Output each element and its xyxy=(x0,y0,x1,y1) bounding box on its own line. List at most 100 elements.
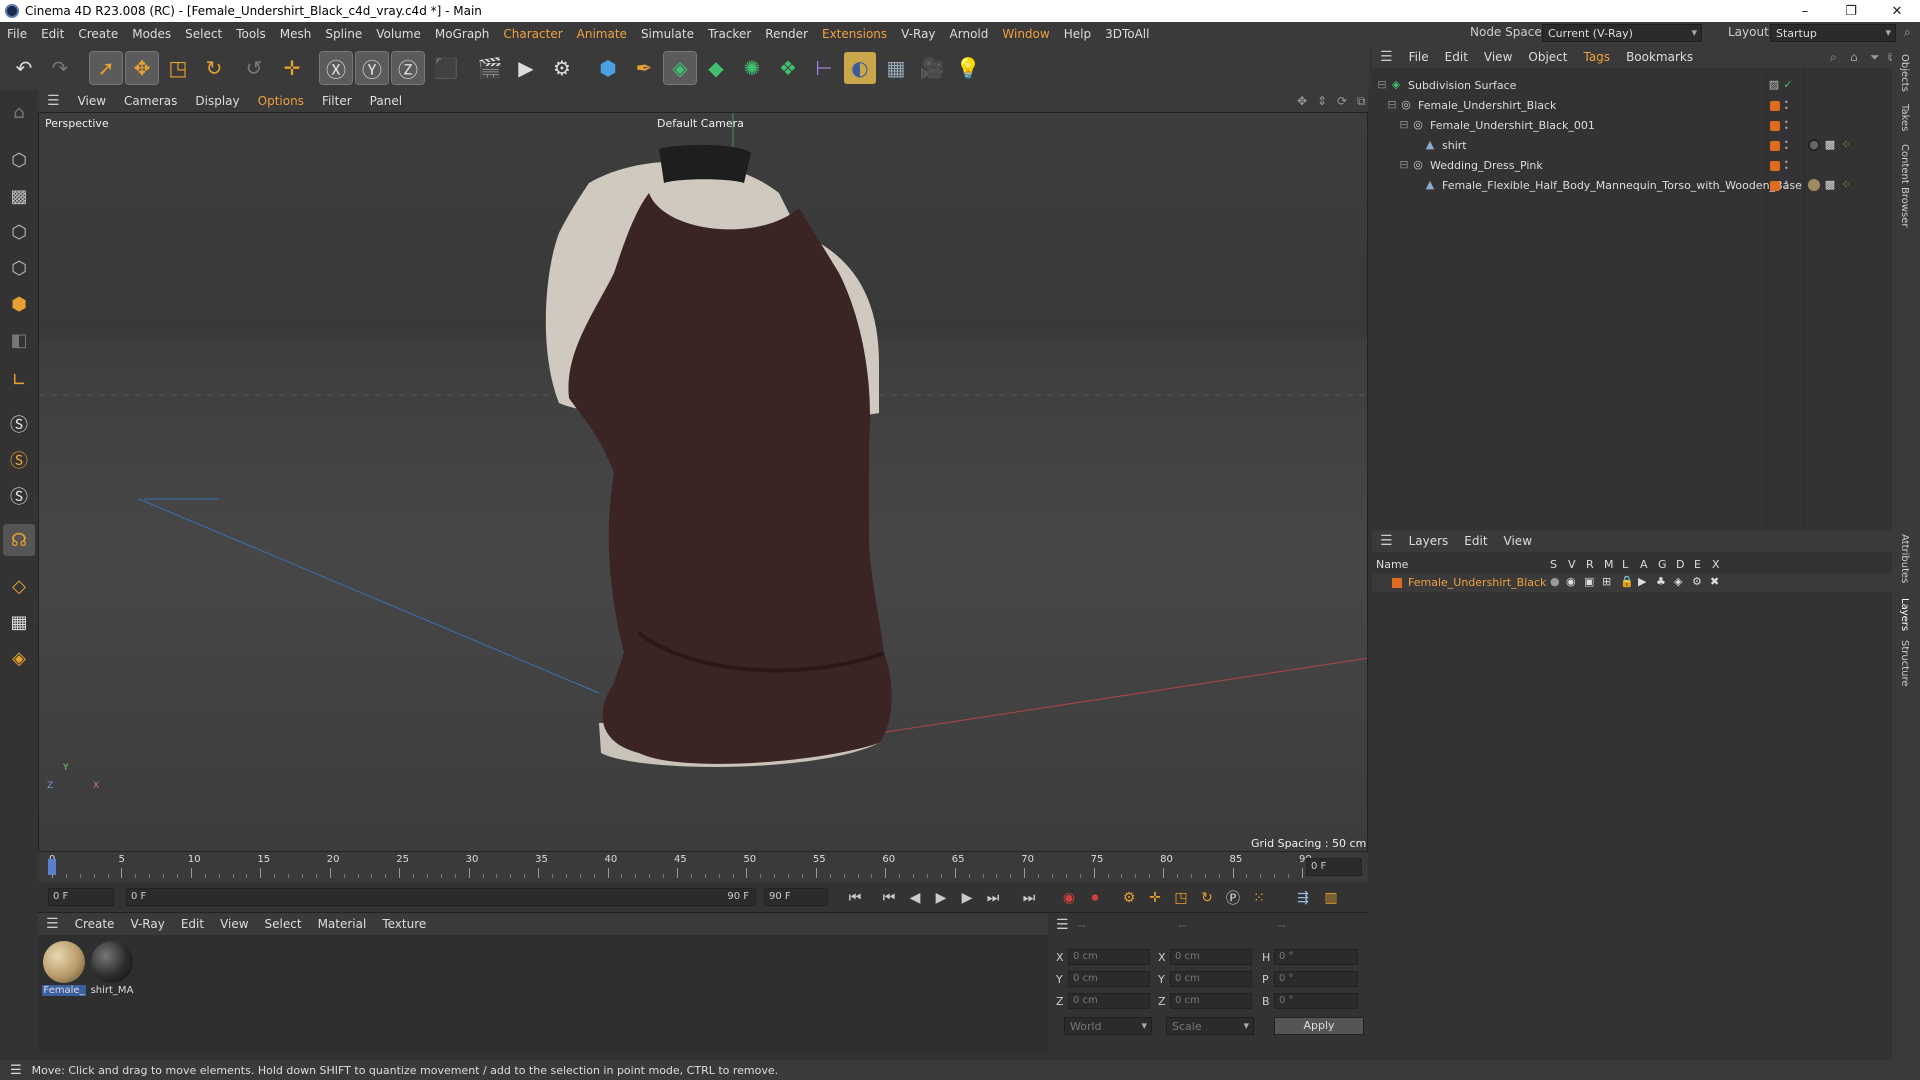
viewport-menu-options[interactable]: Options xyxy=(249,94,313,108)
visibility-dots-icon[interactable]: • • xyxy=(1784,179,1789,193)
fcurve-window-icon[interactable]: ▥ xyxy=(1320,888,1342,908)
maximize-view-icon[interactable]: ⧉ xyxy=(1348,94,1375,109)
object-row[interactable]: ⊟ ◎ Wedding_Dress_Pink • • xyxy=(1372,156,1892,176)
rotation-p-field[interactable]: 0 ° xyxy=(1274,971,1358,987)
menu-3dtoall[interactable]: 3DToAll xyxy=(1098,27,1156,41)
subdivision-surface-icon[interactable]: ◈ xyxy=(663,51,697,85)
model-mode-icon[interactable]: ⬡ xyxy=(3,144,35,176)
scale-tool-icon[interactable]: ◳ xyxy=(162,52,194,84)
current-frame-field[interactable]: 0 F xyxy=(1306,858,1362,876)
cube-primitive-icon[interactable]: ⬢ xyxy=(592,52,624,84)
viewport-menu-display[interactable]: Display xyxy=(186,94,248,108)
viewport-menu-cameras[interactable]: Cameras xyxy=(115,94,186,108)
camera-icon[interactable]: 🎥 xyxy=(916,52,948,84)
next-frame-icon[interactable]: ▶ xyxy=(956,888,978,908)
floor-environment-icon[interactable]: ▦ xyxy=(880,52,912,84)
menu-spline[interactable]: Spline xyxy=(318,27,369,41)
solo-toggle-icon[interactable]: ● xyxy=(1550,575,1560,588)
create-tool-icon[interactable]: ✛ xyxy=(276,52,308,84)
object-menu-tags[interactable]: Tags xyxy=(1575,50,1618,64)
visibility-dots-icon[interactable]: • • xyxy=(1784,119,1789,133)
menu-file[interactable]: File xyxy=(0,27,34,41)
material-swatch[interactable]: shirt_MA xyxy=(90,941,134,996)
material-menu-texture[interactable]: Texture xyxy=(374,917,434,931)
locked-workplane-icon[interactable]: ◈ xyxy=(3,642,35,674)
collapse-icon[interactable]: ⊟ xyxy=(1386,99,1398,111)
deformers-toggle-icon[interactable]: ◈ xyxy=(1674,575,1682,588)
xref-toggle-icon[interactable]: ✖ xyxy=(1710,575,1719,588)
key-parameter-icon[interactable]: Ⓟ xyxy=(1222,888,1244,908)
object-menu-file[interactable]: File xyxy=(1401,50,1437,64)
start-frame-field[interactable]: 0 F xyxy=(48,888,114,906)
material-tag-icon[interactable]: ● xyxy=(1808,179,1820,191)
layer-menu-layers[interactable]: Layers xyxy=(1401,534,1457,548)
menu-mesh[interactable]: Mesh xyxy=(273,27,319,41)
menu-arnold[interactable]: Arnold xyxy=(943,27,996,41)
tab-objects[interactable]: Objects xyxy=(1899,54,1910,92)
key-rotation-icon[interactable]: ↻ xyxy=(1196,888,1218,908)
object-menu-object[interactable]: Object xyxy=(1520,50,1575,64)
object-menu-bookmarks[interactable]: Bookmarks xyxy=(1618,50,1701,64)
visibility-dots-icon[interactable]: • • xyxy=(1784,159,1789,173)
x-axis-lock-icon[interactable]: Ⓧ xyxy=(319,51,353,85)
minimize-button[interactable]: – xyxy=(1782,0,1828,22)
collapse-icon[interactable]: ⊟ xyxy=(1398,119,1410,131)
tab-attributes[interactable]: Attributes xyxy=(1899,534,1910,583)
hamburger-icon[interactable]: ☰ xyxy=(1372,533,1401,549)
timeline-window-icon[interactable]: ⇶ xyxy=(1292,888,1314,908)
material-menu-edit[interactable]: Edit xyxy=(173,917,212,931)
spline-pen-icon[interactable]: ✒ xyxy=(628,52,660,84)
visibility-dots-icon[interactable]: • • xyxy=(1784,99,1789,113)
viewport-menu-filter[interactable]: Filter xyxy=(313,94,361,108)
layer-color-swatch[interactable] xyxy=(1770,101,1780,111)
keyframe-selection-icon[interactable]: ⚙ xyxy=(1118,888,1140,908)
visibility-dots-icon[interactable]: • • xyxy=(1784,139,1789,153)
next-key-icon[interactable]: ⏭ xyxy=(982,888,1004,908)
layer-color-swatch[interactable] xyxy=(1770,141,1780,151)
position-x-field[interactable]: 0 cm xyxy=(1068,949,1150,965)
menu-render[interactable]: Render xyxy=(758,27,815,41)
collapse-icon[interactable]: ⊟ xyxy=(1376,79,1388,91)
tab-structure[interactable]: Structure xyxy=(1899,640,1910,687)
render-toggle-icon[interactable]: ▣ xyxy=(1584,575,1594,588)
menu-mograph[interactable]: MoGraph xyxy=(428,27,497,41)
playhead[interactable] xyxy=(48,859,56,875)
previous-key-icon[interactable]: ⏮ xyxy=(878,888,900,908)
render-settings-icon[interactable]: ⚙ xyxy=(546,52,578,84)
position-z-field[interactable]: 0 cm xyxy=(1068,993,1150,1009)
menu-simulate[interactable]: Simulate xyxy=(634,27,701,41)
tab-content-browser[interactable]: Content Browser xyxy=(1899,144,1910,227)
end-frame-field[interactable]: 90 F xyxy=(764,888,828,906)
preview-range-slider[interactable]: 0 F 90 F xyxy=(126,888,756,906)
rotation-b-field[interactable]: 0 ° xyxy=(1274,993,1358,1009)
mograph-cloner-icon[interactable]: ✺ xyxy=(736,52,768,84)
layer-color-swatch[interactable] xyxy=(1770,181,1780,191)
layer-menu-edit[interactable]: Edit xyxy=(1456,534,1495,548)
field-icon[interactable]: ◐ xyxy=(844,52,876,84)
3d-viewport[interactable]: Perspective Default Camera Grid Spacing … xyxy=(38,112,1368,852)
layer-color-swatch[interactable] xyxy=(1770,161,1780,171)
viewport-menu-panel[interactable]: Panel xyxy=(361,94,411,108)
menu-modes[interactable]: Modes xyxy=(125,27,178,41)
move-tool-icon[interactable]: ✥ xyxy=(125,51,159,85)
texture-tag-icon[interactable]: ▩ xyxy=(1824,179,1836,191)
extrude-generator-icon[interactable]: ◆ xyxy=(700,52,732,84)
object-row[interactable]: ▲ shirt • • ● ▩ ⁘ xyxy=(1372,136,1892,156)
animation-toggle-icon[interactable]: ▶ xyxy=(1638,575,1646,588)
hamburger-icon[interactable]: ☰ xyxy=(38,93,69,109)
deformer-icon[interactable]: ⊢ xyxy=(808,52,840,84)
layer-color-swatch[interactable] xyxy=(1392,578,1402,588)
object-row[interactable]: ⊟ ◎ Female_Undershirt_Black • • xyxy=(1372,96,1892,116)
object-row[interactable]: ⊟ ◈ Subdivision Surface ▨ ✓ xyxy=(1372,76,1892,96)
menu-extensions[interactable]: Extensions xyxy=(815,27,894,41)
coordinate-space-dropdown[interactable]: World xyxy=(1064,1017,1152,1035)
rotation-h-field[interactable]: 0 ° xyxy=(1274,949,1358,965)
expressions-toggle-icon[interactable]: ⚙ xyxy=(1692,575,1702,588)
eye-icon[interactable]: ◉ xyxy=(1566,575,1576,588)
render-picture-viewer-icon[interactable]: ▶ xyxy=(510,52,542,84)
rotate-tool-icon[interactable]: ↻ xyxy=(198,52,230,84)
polygon-mode-icon[interactable]: ⬢ xyxy=(3,288,35,320)
uv-mode-icon[interactable]: ◧ xyxy=(3,324,35,356)
render-view-icon[interactable]: 🎬 xyxy=(474,52,506,84)
light-icon[interactable]: 💡 xyxy=(952,52,984,84)
